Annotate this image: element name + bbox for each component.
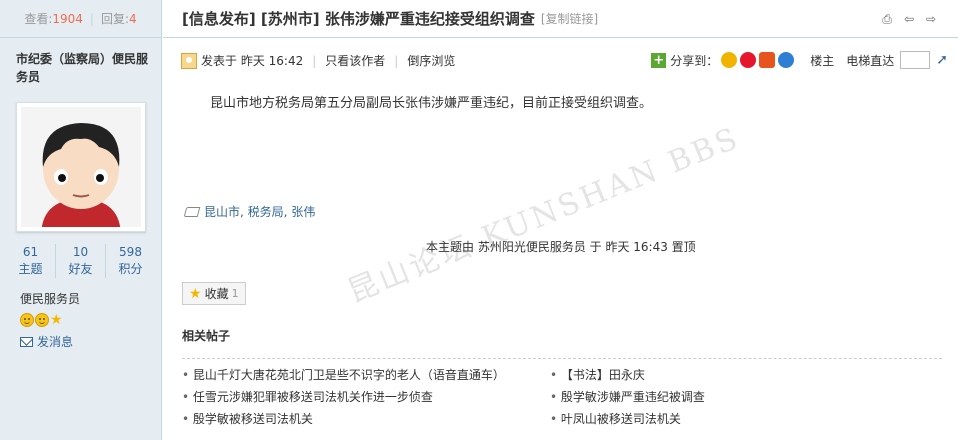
related-thread-link[interactable]: 殷学敏涉嫌严重违纪被调查 (550, 389, 932, 405)
post-time: 发表于 昨天 16:42 (201, 54, 304, 68)
favorite-count: 1 (231, 287, 239, 300)
weibo-share-icon[interactable] (740, 52, 757, 68)
count-label: 积分 (118, 262, 143, 276)
avatar[interactable] (16, 102, 146, 232)
count-topics[interactable]: 61 主题 (6, 244, 56, 278)
author-sidebar: 查看: 1904 | 回复: 4 市纪委（监察局）便民服务员 61 主题 10 … (0, 0, 162, 440)
count-friends[interactable]: 10 好友 (56, 244, 106, 278)
print-icon[interactable]: ⎙ (880, 13, 894, 25)
reverse-order-link[interactable]: 倒序浏览 (407, 52, 455, 69)
favorite-label: 收藏 (204, 287, 229, 301)
related-thread-link[interactable]: 【书法】田永庆 (550, 367, 932, 383)
favorite-button[interactable]: ★ 收藏 1 (182, 282, 246, 305)
author-name[interactable]: 市纪委（监察局）便民服务员 (0, 38, 161, 86)
share-plus-icon[interactable]: + (651, 52, 667, 68)
tag-link[interactable]: 张伟 (291, 203, 315, 220)
thread-title: [信息发布] [苏州市] 张伟涉嫌严重违纪接受组织调查 (182, 10, 535, 28)
count-value: 598 (119, 245, 142, 259)
user-group: 便民服务员 (20, 292, 81, 306)
watermark: 昆山论坛 KUNSHAN BBS (343, 120, 745, 310)
divider (182, 358, 942, 359)
count-label: 好友 (68, 262, 93, 276)
replies-count: 4 (129, 11, 137, 26)
avatar-image (21, 107, 141, 227)
related-thread-link[interactable]: 殷学敏被移送司法机关 (182, 411, 550, 427)
views-count: 1904 (52, 11, 83, 26)
views-label: 查看: (24, 12, 53, 26)
elevator-go-icon[interactable]: ➚ (936, 52, 948, 68)
related-thread-link[interactable]: 昆山千灯大唐花苑北门卫是些不识字的老人（语音直通车） (182, 367, 550, 383)
share-label: 分享到： (670, 53, 719, 68)
count-value: 61 (22, 245, 39, 259)
smiley-icon (20, 313, 34, 327)
star-icon: ★ (189, 285, 202, 302)
thread-title-bar: [信息发布] [苏州市] 张伟涉嫌严重违纪接受组织调查 [复制链接] ⎙ ⇦ ⇨ (163, 0, 958, 38)
count-label: 主题 (18, 262, 43, 276)
related-thread-link[interactable]: 叶凤山被移送司法机关 (550, 411, 932, 427)
related-threads-list: 昆山千灯大唐花苑北门卫是些不识字的老人（语音直通车） 【书法】田永庆 任雪元涉嫌… (182, 367, 932, 427)
post-main: [信息发布] [苏州市] 张伟涉嫌严重违纪接受组织调查 [复制链接] ⎙ ⇦ ⇨… (163, 0, 958, 440)
title-actions: ⎙ ⇦ ⇨ (880, 13, 938, 25)
replies-label: 回复: (100, 12, 130, 26)
copy-link-button[interactable]: [复制链接] (541, 10, 598, 27)
tag-icon (183, 206, 201, 217)
related-thread-link[interactable]: 任雪元涉嫌犯罪被移送司法机关作进一步侦查 (182, 389, 550, 405)
count-points[interactable]: 598 积分 (106, 244, 155, 278)
only-author-link[interactable]: 只看该作者 (325, 52, 385, 69)
related-threads-title: 相关帖子 (182, 329, 231, 343)
post-header: 发表于 昨天 16:42 | 只看该作者 | 倒序浏览 (181, 52, 455, 69)
send-message-label: 发消息 (37, 335, 74, 349)
send-message-link[interactable]: 发消息 (0, 327, 161, 350)
post-tags: 昆山市, 税务局, 张伟 (183, 203, 315, 220)
post-content: 昆山市地方税务局第五分局副局长张伟涉嫌严重违纪，目前正接受组织调查。 (210, 96, 653, 111)
elevator-input[interactable] (900, 51, 931, 69)
user-rank-icons: ★ (0, 307, 161, 327)
tag-link[interactable]: 税务局 (248, 203, 284, 220)
tag-link[interactable]: 昆山市 (204, 203, 240, 220)
online-status-icon (181, 52, 197, 69)
author-counts: 61 主题 10 好友 598 积分 (0, 244, 161, 278)
smiley-icon (35, 313, 49, 327)
next-thread-icon[interactable]: ⇨ (924, 13, 938, 25)
envelope-icon (20, 336, 33, 347)
sticky-note: 本主题由 苏州阳光便民服务员 于 昨天 16:43 置顶 (426, 240, 696, 254)
post-tools: + 分享到： 楼主 电梯直达 ➚ (651, 51, 948, 69)
floor-label: 楼主 (810, 53, 835, 68)
renren-share-icon[interactable] (778, 52, 795, 68)
tencent-share-icon[interactable] (759, 52, 776, 68)
elevator-label: 电梯直达 (846, 53, 895, 68)
qzone-share-icon[interactable] (721, 52, 738, 68)
thread-stats: 查看: 1904 | 回复: 4 (0, 0, 161, 38)
star-icon: ★ (50, 312, 63, 328)
avatar-cartoon-icon (21, 107, 141, 227)
prev-thread-icon[interactable]: ⇦ (902, 13, 916, 25)
count-value: 10 (72, 245, 89, 259)
